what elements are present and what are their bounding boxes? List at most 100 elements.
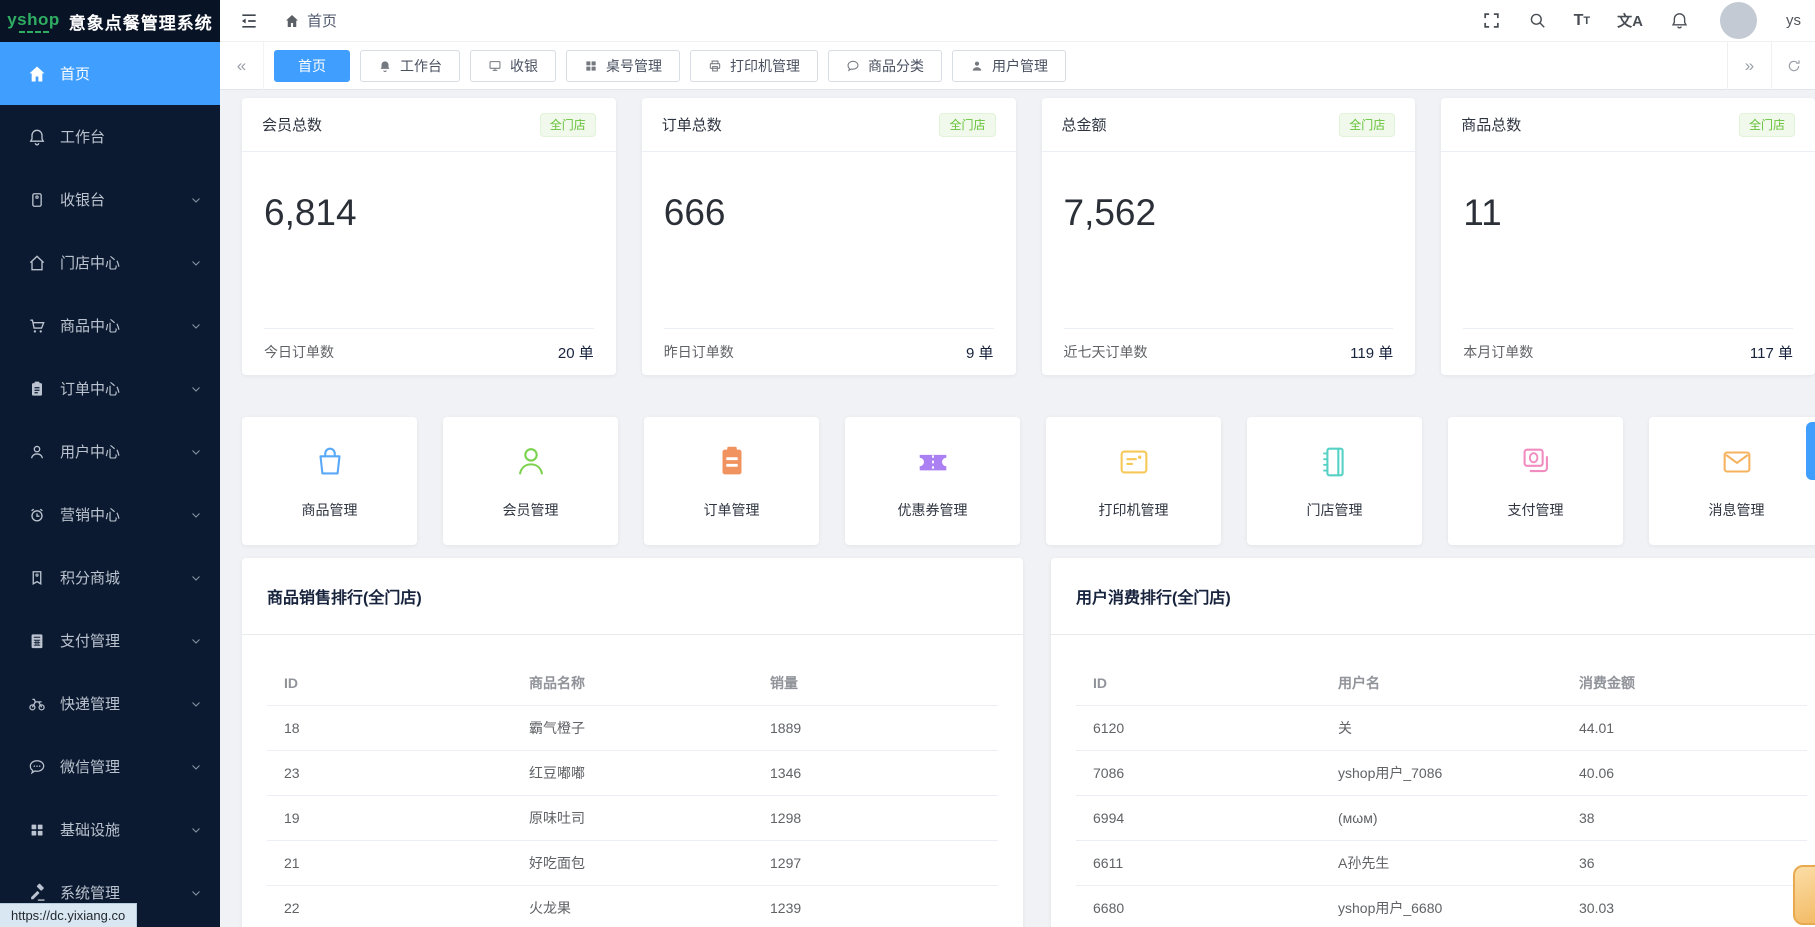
refresh-icon[interactable] — [1771, 42, 1815, 90]
docked-widget-handle[interactable] — [1806, 422, 1815, 480]
bike-icon — [27, 694, 47, 714]
username[interactable]: ys — [1786, 12, 1801, 29]
stat-cards-row: 会员总数 全门店 6,814 今日订单数 20 单 订单总数 全门店 666 昨… — [242, 98, 1815, 375]
tab-home[interactable]: 首页 — [274, 50, 350, 82]
chat-icon — [846, 59, 860, 73]
translate-icon[interactable]: 文A — [1617, 10, 1643, 31]
stat-value: 6,814 — [264, 192, 594, 234]
home-icon — [284, 13, 300, 29]
table-row: 7086 yshop用户_7086 40.06 — [1076, 751, 1807, 796]
breadcrumb-home[interactable]: 首页 — [307, 10, 337, 31]
sidebar-item-points-mall[interactable]: 积分商城 — [0, 546, 220, 609]
tab-printers[interactable]: 打印机管理 — [690, 50, 818, 82]
open-tabs: 首页 工作台 收银 桌号管理 打印机管理 商品分类 用户管理 — [274, 50, 1066, 82]
sidebar-item-infrastructure[interactable]: 基础设施 — [0, 798, 220, 861]
table-row: 18 霸气橙子 1889 — [267, 706, 998, 751]
stat-footer-label: 本月订单数 — [1463, 342, 1533, 362]
table-title: 用户消费排行(全门店) — [1051, 558, 1815, 635]
quick-label: 优惠券管理 — [898, 500, 968, 520]
table-header-row: ID 用户名 消费金额 — [1076, 661, 1807, 706]
stat-footer-label: 昨日订单数 — [664, 342, 734, 362]
mail-icon — [1718, 442, 1756, 482]
stat-title: 会员总数 — [262, 114, 322, 135]
tabs-scroll-right-icon[interactable]: » — [1727, 42, 1771, 90]
link-status-tooltip: https://dc.yixiang.co — [0, 903, 137, 927]
quick-coupon-management[interactable]: 优惠券管理 — [845, 417, 1020, 545]
monitor-icon — [488, 59, 502, 73]
logo-dashes — [19, 31, 49, 33]
sidebar-item-express[interactable]: 快递管理 — [0, 672, 220, 735]
sidebar-item-workbench[interactable]: 工作台 — [0, 105, 220, 168]
search-icon[interactable] — [1528, 11, 1547, 30]
gavel-icon — [27, 883, 47, 903]
chevron-down-icon — [190, 698, 202, 710]
sidebar-item-user-center[interactable]: 用户中心 — [0, 420, 220, 483]
chevron-down-icon — [190, 572, 202, 584]
logo-text: yshop — [7, 10, 60, 30]
store-icon — [27, 253, 47, 273]
app-title: 意象点餐管理系统 — [69, 9, 213, 34]
quick-message-management[interactable]: 消息管理 — [1649, 417, 1815, 545]
quick-member-management[interactable]: 会员管理 — [443, 417, 618, 545]
bell-icon — [378, 59, 392, 73]
sidebar-item-order-center[interactable]: 订单中心 — [0, 357, 220, 420]
clipboard-icon — [27, 379, 47, 399]
tab-workbench[interactable]: 工作台 — [360, 50, 460, 82]
sidebar-item-store-center[interactable]: 门店中心 — [0, 231, 220, 294]
store-scope-badge: 全门店 — [939, 113, 995, 137]
chevron-down-icon — [190, 257, 202, 269]
member-icon — [512, 442, 550, 482]
stat-footer-value: 9 单 — [966, 342, 994, 363]
sidebar-item-wechat[interactable]: 微信管理 — [0, 735, 220, 798]
logo-mark: yshop — [7, 10, 60, 33]
stat-title: 订单总数 — [662, 114, 722, 135]
quick-actions-row: 商品管理 会员管理 订单管理 优惠券管理 打印机管理 — [242, 417, 1815, 545]
quick-payment-management[interactable]: 支付管理 — [1448, 417, 1623, 545]
quick-order-management[interactable]: 订单管理 — [644, 417, 819, 545]
sidebar-item-goods-center[interactable]: 商品中心 — [0, 294, 220, 357]
quick-store-management[interactable]: 门店管理 — [1247, 417, 1422, 545]
sidebar-item-home[interactable]: 首页 — [0, 42, 220, 105]
floating-box-widget[interactable] — [1793, 865, 1815, 925]
tab-categories[interactable]: 商品分类 — [828, 50, 942, 82]
font-size-icon[interactable]: TT — [1574, 12, 1591, 30]
tab-cashier[interactable]: 收银 — [470, 50, 556, 82]
cart-icon — [27, 316, 47, 336]
tab-tables[interactable]: 桌号管理 — [566, 50, 680, 82]
stat-footer-value: 119 单 — [1350, 342, 1393, 363]
table-header-row: ID 商品名称 销量 — [267, 661, 998, 706]
sidebar-nav: 首页 工作台 收银台 门店中心 商品中心 订单中心 用户中心 营销中心 积分商城 — [0, 42, 220, 927]
user-icon — [970, 59, 984, 73]
table-row: 21 好吃面包 1297 — [267, 841, 998, 886]
goods-sales-ranking: 商品销售排行(全门店) ID 商品名称 销量 18 霸气橙子 1889 23 红… — [242, 558, 1023, 927]
quick-printer-management[interactable]: 打印机管理 — [1046, 417, 1221, 545]
tab-bar: « 首页 工作台 收银 桌号管理 打印机管理 商品分类 用户管理 » — [220, 42, 1815, 90]
stat-value: 666 — [664, 192, 994, 234]
user-avatar[interactable] — [1720, 2, 1757, 39]
tabbar-tools: » — [1727, 42, 1815, 90]
chevron-down-icon — [190, 320, 202, 332]
stat-footer-label: 近七天订单数 — [1064, 342, 1148, 362]
fullscreen-icon[interactable] — [1482, 11, 1501, 30]
main-content: 会员总数 全门店 6,814 今日订单数 20 单 订单总数 全门店 666 昨… — [220, 90, 1815, 927]
tag-icon — [27, 190, 47, 210]
table-row: 22 火龙果 1239 — [267, 886, 998, 927]
table-title: 商品销售排行(全门店) — [242, 558, 1023, 635]
header-bar: 首页 TT 文A ys — [220, 0, 1815, 42]
points-tag-icon — [27, 568, 47, 588]
notification-bell-icon[interactable] — [1670, 11, 1689, 30]
sidebar-item-cashier[interactable]: 收银台 — [0, 168, 220, 231]
table-row: 6611 A孙先生 36 — [1076, 841, 1807, 886]
sidebar-item-marketing-center[interactable]: 营销中心 — [0, 483, 220, 546]
stat-card-goods: 商品总数 全门店 11 本月订单数 117 单 — [1441, 98, 1815, 375]
sidebar-item-payment[interactable]: 支付管理 — [0, 609, 220, 672]
quick-goods-management[interactable]: 商品管理 — [242, 417, 417, 545]
user-spending-ranking: 用户消费排行(全门店) ID 用户名 消费金额 6120 关 44.01 708… — [1051, 558, 1815, 927]
tabs-scroll-left-icon[interactable]: « — [220, 42, 264, 90]
app-header: yshop 意象点餐管理系统 首页 TT 文A — [0, 0, 1815, 42]
header-actions: TT 文A ys — [1482, 2, 1801, 39]
grid-icon — [584, 59, 598, 73]
table-row: 6994 (мωм) 38 — [1076, 796, 1807, 841]
sidebar-fold-icon[interactable] — [236, 8, 262, 34]
tab-users[interactable]: 用户管理 — [952, 50, 1066, 82]
